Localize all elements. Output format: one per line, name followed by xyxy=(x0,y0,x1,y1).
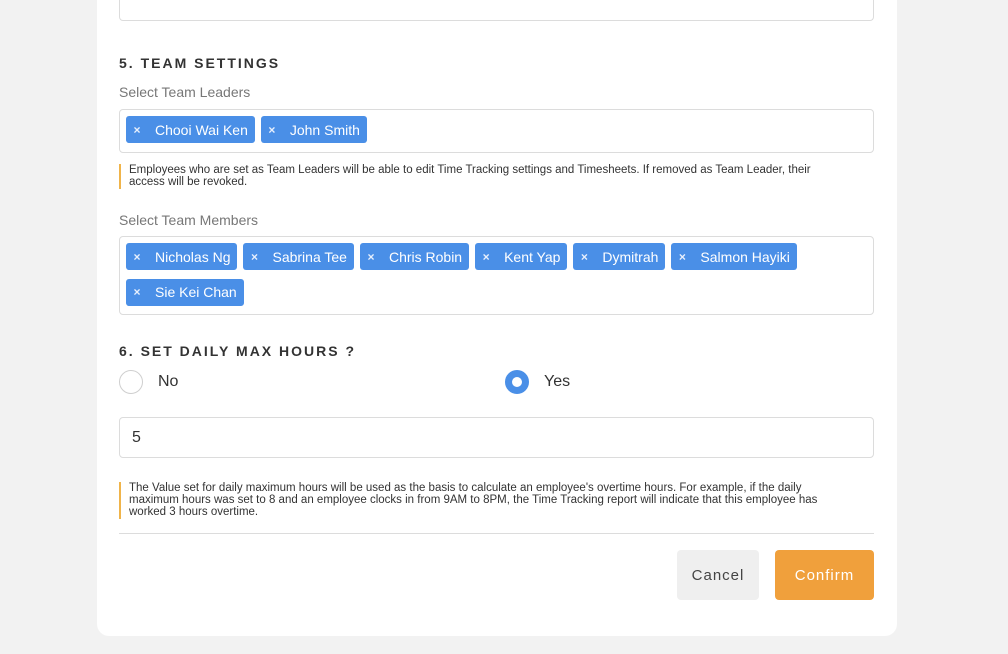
remove-tag-icon[interactable]: × xyxy=(475,250,497,264)
radio-option-yes[interactable]: Yes xyxy=(505,370,570,394)
remove-tag-icon[interactable]: × xyxy=(360,250,382,264)
team-member-tag: × Kent Yap xyxy=(475,243,568,270)
tag-label: Chooi Wai Ken xyxy=(155,121,248,138)
team-member-tag: × Sie Kei Chan xyxy=(126,278,244,306)
team-member-tag: × Salmon Hayiki xyxy=(671,243,797,270)
remove-tag-icon[interactable]: × xyxy=(671,250,693,264)
team-member-tag: × Sabrina Tee xyxy=(243,243,354,270)
team-leader-tag: × John Smith xyxy=(260,116,367,143)
daily-max-hours-input[interactable]: 5 xyxy=(119,417,874,458)
team-leaders-select[interactable]: × Chooi Wai Ken × John Smith xyxy=(119,109,874,153)
team-member-tag: × Chris Robin xyxy=(359,243,470,270)
note-line: The Value set for daily maximum hours wi… xyxy=(129,482,802,494)
tag-label: Salmon Hayiki xyxy=(700,248,790,265)
note-line: access will be revoked. xyxy=(129,176,248,188)
radio-no-label: No xyxy=(158,373,179,390)
radio-no[interactable] xyxy=(119,370,143,394)
remove-tag-icon[interactable]: × xyxy=(126,250,148,264)
tag-label: Chris Robin xyxy=(388,248,463,265)
divider xyxy=(119,533,874,534)
remove-tag-icon[interactable]: × xyxy=(126,123,148,137)
cancel-button[interactable]: Cancel xyxy=(677,550,759,600)
tag-label: Kent Yap xyxy=(504,248,561,265)
team-member-tag: × Dymitrah xyxy=(573,243,666,270)
previous-field[interactable] xyxy=(119,0,874,21)
daily-max-hours-note: The Value set for daily maximum hours wi… xyxy=(119,482,874,519)
team-leaders-note: Employees who are set as Team Leaders wi… xyxy=(119,164,874,189)
tag-label: Nicholas Ng xyxy=(155,248,231,265)
remove-tag-icon[interactable]: × xyxy=(573,250,595,264)
daily-max-hours-title: 6. SET DAILY MAX HOURS ? xyxy=(119,343,357,359)
tag-label: Sabrina Tee xyxy=(272,248,347,265)
team-members-select[interactable]: × Nicholas Ng × Sabrina Tee × Chris Robi… xyxy=(119,236,874,315)
radio-option-no[interactable]: No xyxy=(119,370,178,394)
team-leader-tag: × Chooi Wai Ken xyxy=(126,116,255,143)
team-member-tag: × Nicholas Ng xyxy=(126,243,238,270)
radio-yes-label: Yes xyxy=(544,373,571,390)
remove-tag-icon[interactable]: × xyxy=(261,123,283,137)
tag-label: John Smith xyxy=(289,121,360,138)
team-leaders-label: Select Team Leaders xyxy=(119,84,251,100)
note-line: maximum hours was set to 8 and an employ… xyxy=(129,494,818,506)
note-line: Employees who are set as Team Leaders wi… xyxy=(129,164,811,176)
remove-tag-icon[interactable]: × xyxy=(126,285,148,299)
note-line: worked 3 hours overtime. xyxy=(129,506,259,518)
settings-card: 5. TEAM SETTINGS Select Team Leaders × C… xyxy=(97,0,897,636)
team-settings-title: 5. TEAM SETTINGS xyxy=(119,55,281,71)
tag-label: Dymitrah xyxy=(602,248,659,265)
tag-label: Sie Kei Chan xyxy=(155,284,237,300)
remove-tag-icon[interactable]: × xyxy=(243,250,265,264)
team-members-label: Select Team Members xyxy=(119,212,259,228)
confirm-button[interactable]: Confirm xyxy=(775,550,874,600)
radio-yes-selected[interactable] xyxy=(505,370,529,394)
